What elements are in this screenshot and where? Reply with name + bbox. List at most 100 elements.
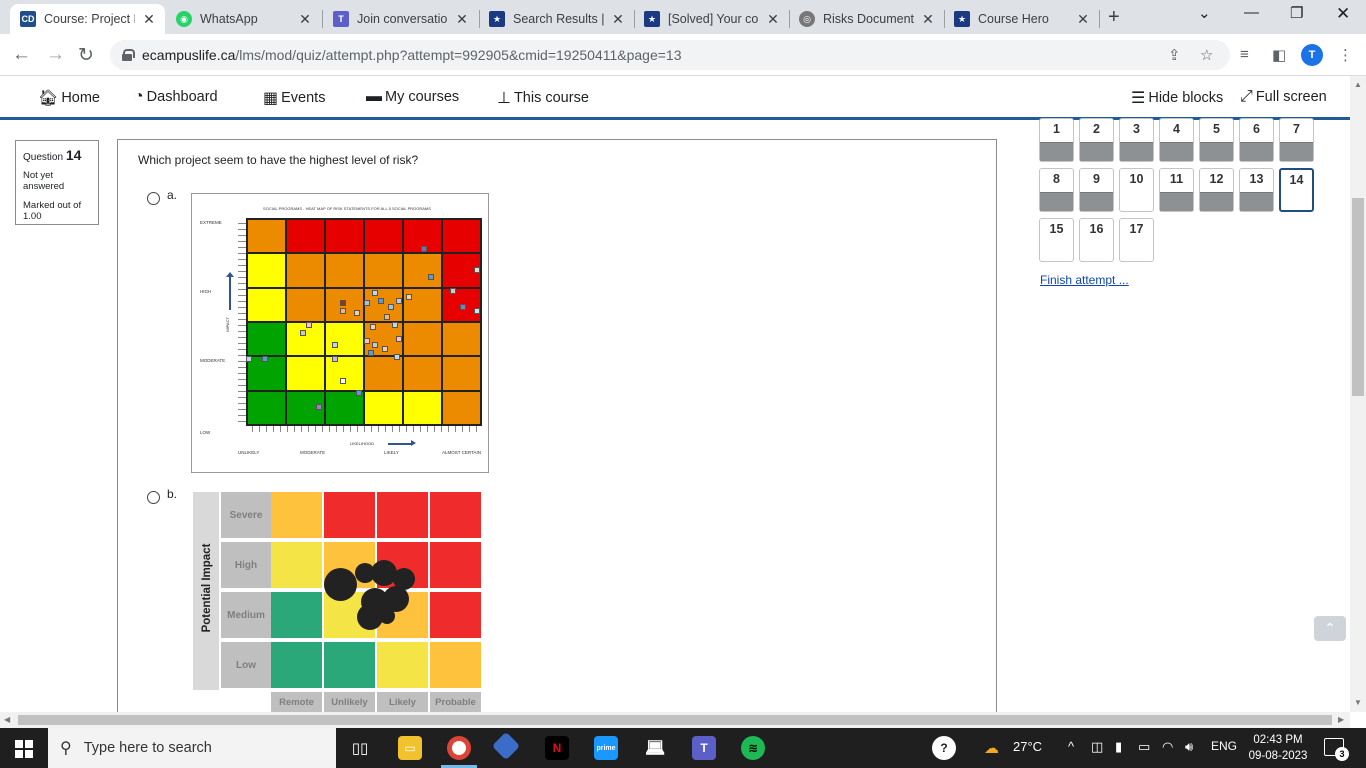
notifications-icon[interactable]: 3 [1324,738,1349,761]
quiz-nav-question-12[interactable]: 12 [1199,168,1234,212]
back-arrow-icon[interactable]: ← [12,44,31,66]
heatmap-cell [271,492,323,540]
nav-this-course[interactable]: ⊥ This course [497,88,589,108]
quiz-nav-question-number: 15 [1049,222,1064,236]
share-icon[interactable]: ⇪ [1168,46,1181,64]
task-view-icon[interactable]: ▯▯ [348,736,372,760]
impact-arrow-icon [226,272,234,310]
temperature[interactable]: 27°C [1013,739,1042,754]
laptop-icon[interactable]: 💻︎ [643,736,667,760]
quiz-nav-question-5[interactable]: 5 [1199,118,1234,162]
close-icon[interactable]: ✕ [920,11,936,28]
forward-arrow-icon[interactable]: → [46,44,65,66]
full-screen-button[interactable]: ⤢ Full screen [1240,88,1327,106]
prime-video-icon[interactable]: prime [594,736,618,760]
full-screen-label: Full screen [1255,89,1327,105]
tab-course-project[interactable]: CD Course: Project R ✕ [10,4,165,34]
chevron-up-icon[interactable]: ^ [1068,739,1074,754]
url-field[interactable]: ecampuslife.ca/lms/mod/quiz/attempt.php?… [110,40,1230,70]
reading-list-icon[interactable]: ≡ [1240,46,1249,63]
reload-icon[interactable]: ↻ [78,44,94,67]
hide-blocks-button[interactable]: ☰ Hide blocks [1131,88,1223,108]
chrome-icon[interactable] [447,736,471,760]
quiz-nav-question-11[interactable]: 11 [1159,168,1194,212]
battery-icon[interactable]: ▭ [1138,739,1150,755]
quiz-nav-question-1[interactable]: 1 [1039,118,1074,162]
close-icon[interactable]: ✕ [610,11,626,28]
nav-my-courses[interactable]: ▬ My courses [366,88,459,106]
close-icon[interactable]: ✕ [454,11,470,28]
close-icon[interactable]: ✕ [297,11,313,28]
quiz-nav-question-number: 14 [1289,173,1304,187]
risk-marker [364,300,370,306]
netflix-icon[interactable]: N [545,736,569,760]
risk-marker [396,336,402,342]
quiz-nav-question-6[interactable]: 6 [1239,118,1274,162]
taskbar-search-box[interactable]: ⚲ Type here to search [48,728,336,768]
quiz-nav-question-4[interactable]: 4 [1159,118,1194,162]
new-tab-button[interactable]: + [1108,6,1120,29]
restore-button[interactable]: ❐ [1290,4,1303,22]
quiz-nav-question-15[interactable]: 15 [1039,218,1074,262]
tab-whatsapp[interactable]: ◉ WhatsApp ✕ [166,4,321,34]
spotify-icon[interactable]: ≋ [741,736,765,760]
close-icon[interactable]: ✕ [141,11,157,28]
side-panel-icon[interactable]: ◧ [1272,46,1286,64]
risk-marker [382,346,388,352]
tab-join-conversation[interactable]: T Join conversation ✕ [323,4,478,34]
quiz-nav-question-2[interactable]: 2 [1079,118,1114,162]
weather-icon[interactable]: ☁ [984,739,999,757]
quiz-nav-question-9[interactable]: 9 [1079,168,1114,212]
help-icon[interactable]: ? [932,736,956,760]
microphone-icon[interactable]: ▮ [1115,739,1122,755]
nav-home[interactable]: 🏠︎ Home [38,88,100,108]
bookmark-star-icon[interactable]: ☆ [1200,46,1213,64]
nav-dashboard[interactable]: ◔ Dashboard [134,88,218,106]
scroll-down-arrow-icon[interactable]: ▼ [1354,698,1362,707]
back-to-top-button[interactable]: ⌃ [1314,616,1346,641]
horizontal-scroll-thumb[interactable] [18,715,1332,725]
tab-risks-documenta[interactable]: ◎ Risks Documenta ✕ [789,4,944,34]
taskbar-clock[interactable]: 02:43 PM 09-08-2023 [1248,732,1308,764]
quiz-nav-question-13[interactable]: 13 [1239,168,1274,212]
meet-now-icon[interactable]: ◫ [1091,739,1103,755]
scroll-right-arrow-icon[interactable]: ▶ [1338,715,1344,724]
quiz-nav-question-17[interactable]: 17 [1119,218,1154,262]
tab-search-results[interactable]: ★ Search Results | C ✕ [479,4,634,34]
close-icon[interactable]: ✕ [1075,11,1091,28]
expand-icon: ⤢ [1240,88,1253,105]
minimize-button[interactable]: — [1244,4,1259,21]
answered-indicator [1200,142,1233,161]
windows-start-icon[interactable] [15,740,33,758]
teams-icon[interactable]: T [692,736,716,760]
language-indicator[interactable]: ENG [1211,739,1237,753]
app-icon[interactable] [491,731,521,761]
wifi-icon[interactable]: ◠ [1162,739,1173,755]
answered-indicator [1040,142,1073,161]
quiz-nav-question-3[interactable]: 3 [1119,118,1154,162]
risk-marker [332,342,338,348]
scroll-left-arrow-icon[interactable]: ◀ [4,715,10,724]
quiz-nav-question-16[interactable]: 16 [1079,218,1114,262]
quiz-nav-question-7[interactable]: 7 [1279,118,1314,162]
quiz-nav-question-8[interactable]: 8 [1039,168,1074,212]
close-icon[interactable]: ✕ [765,11,781,28]
volume-icon[interactable]: 🔊︎ [1185,739,1193,755]
vertical-scroll-thumb[interactable] [1352,198,1364,396]
finish-attempt-link[interactable]: Finish attempt ... [1040,273,1129,287]
tab-solved[interactable]: ★ [Solved] Your cor ✕ [634,4,789,34]
file-explorer-icon[interactable]: ▭ [398,736,422,760]
option-b-radio[interactable] [147,491,160,504]
kebab-menu-icon[interactable]: ⋮ [1338,46,1353,64]
profile-avatar[interactable]: T [1301,44,1323,66]
scroll-up-arrow-icon[interactable]: ▲ [1354,80,1362,89]
tab-search-chevron-icon[interactable]: ⌄ [1198,4,1211,22]
option-a-radio[interactable] [147,192,160,205]
nav-events[interactable]: ▦ Events [263,88,325,108]
impact-level-label: LOW [200,430,211,435]
quiz-nav-question-10[interactable]: 10 [1119,168,1154,212]
risk-marker [406,294,412,300]
quiz-nav-question-14[interactable]: 14 [1279,168,1314,212]
close-window-button[interactable]: ✕ [1336,4,1350,24]
tab-course-hero[interactable]: ★ Course Hero ✕ [944,4,1099,34]
